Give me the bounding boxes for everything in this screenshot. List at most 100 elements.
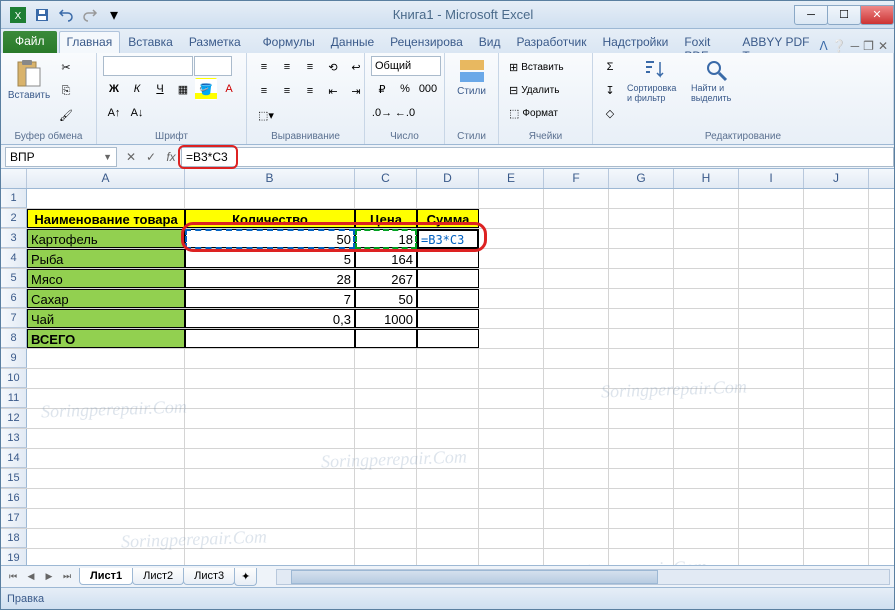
cell-D7[interactable] bbox=[417, 309, 479, 328]
cell-F11[interactable] bbox=[544, 389, 609, 408]
cell-B14[interactable] bbox=[185, 449, 355, 468]
cell-H4[interactable] bbox=[674, 249, 739, 268]
copy-icon[interactable]: ⎘ bbox=[55, 80, 77, 102]
cell-J5[interactable] bbox=[804, 269, 869, 288]
cell-G2[interactable] bbox=[609, 209, 674, 228]
cell-A10[interactable] bbox=[27, 369, 185, 388]
row-header-9[interactable]: 9 bbox=[1, 349, 27, 368]
cell-C9[interactable] bbox=[355, 349, 417, 368]
cell-E7[interactable] bbox=[479, 309, 544, 328]
shrink-font-icon[interactable]: A↓ bbox=[126, 102, 148, 124]
cell-I14[interactable] bbox=[739, 449, 804, 468]
cell-I18[interactable] bbox=[739, 529, 804, 548]
cell-A8[interactable]: ВСЕГО bbox=[27, 329, 185, 348]
cell-I3[interactable] bbox=[739, 229, 804, 248]
cell-I9[interactable] bbox=[739, 349, 804, 368]
align-top-icon[interactable]: ≡ bbox=[253, 56, 275, 78]
tab-foxit[interactable]: Foxit PDF bbox=[676, 31, 734, 53]
cell-B18[interactable] bbox=[185, 529, 355, 548]
ribbon-minimize-icon[interactable]: ᐱ bbox=[819, 39, 827, 53]
cell-E5[interactable] bbox=[479, 269, 544, 288]
cell-H5[interactable] bbox=[674, 269, 739, 288]
name-box-dropdown-icon[interactable]: ▼ bbox=[103, 152, 112, 162]
cell-E3[interactable] bbox=[479, 229, 544, 248]
sheet-tab-2[interactable]: Лист2 bbox=[132, 568, 184, 585]
cell-J11[interactable] bbox=[804, 389, 869, 408]
cell-F16[interactable] bbox=[544, 489, 609, 508]
find-select-button[interactable]: Найти и выделить bbox=[689, 56, 745, 106]
cell-D6[interactable] bbox=[417, 289, 479, 308]
cell-D19[interactable] bbox=[417, 549, 479, 565]
cell-I11[interactable] bbox=[739, 389, 804, 408]
cell-E19[interactable] bbox=[479, 549, 544, 565]
cell-J4[interactable] bbox=[804, 249, 869, 268]
cell-E16[interactable] bbox=[479, 489, 544, 508]
increase-indent-icon[interactable]: ⇥ bbox=[345, 80, 367, 102]
doc-minimize-icon[interactable]: ─ bbox=[851, 39, 860, 53]
fill-icon[interactable]: ↧ bbox=[599, 79, 621, 101]
cell-G9[interactable] bbox=[609, 349, 674, 368]
cell-C5[interactable]: 267 bbox=[355, 269, 417, 288]
cell-J14[interactable] bbox=[804, 449, 869, 468]
cell-C12[interactable] bbox=[355, 409, 417, 428]
row-header-13[interactable]: 13 bbox=[1, 429, 27, 448]
cell-I4[interactable] bbox=[739, 249, 804, 268]
row-header-2[interactable]: 2 bbox=[1, 209, 27, 228]
cell-A2[interactable]: Наименование товара bbox=[27, 209, 185, 228]
cell-H8[interactable] bbox=[674, 329, 739, 348]
increase-decimal-icon[interactable]: .0→ bbox=[371, 102, 393, 124]
align-center-icon[interactable]: ≡ bbox=[276, 80, 298, 102]
cell-C15[interactable] bbox=[355, 469, 417, 488]
cell-F13[interactable] bbox=[544, 429, 609, 448]
cell-E17[interactable] bbox=[479, 509, 544, 528]
cell-C16[interactable] bbox=[355, 489, 417, 508]
cell-C7[interactable]: 1000 bbox=[355, 309, 417, 328]
row-header-19[interactable]: 19 bbox=[1, 549, 27, 565]
cell-G12[interactable] bbox=[609, 409, 674, 428]
cell-A18[interactable] bbox=[27, 529, 185, 548]
cell-E10[interactable] bbox=[479, 369, 544, 388]
cell-F19[interactable] bbox=[544, 549, 609, 565]
col-header-H[interactable]: H bbox=[674, 169, 739, 188]
cell-G14[interactable] bbox=[609, 449, 674, 468]
col-header-J[interactable]: J bbox=[804, 169, 869, 188]
cell-I13[interactable] bbox=[739, 429, 804, 448]
cell-J16[interactable] bbox=[804, 489, 869, 508]
cell-E12[interactable] bbox=[479, 409, 544, 428]
cell-B1[interactable] bbox=[185, 189, 355, 208]
cell-C8[interactable] bbox=[355, 329, 417, 348]
cell-G16[interactable] bbox=[609, 489, 674, 508]
cell-G11[interactable] bbox=[609, 389, 674, 408]
cell-J9[interactable] bbox=[804, 349, 869, 368]
cell-G7[interactable] bbox=[609, 309, 674, 328]
select-all-corner[interactable] bbox=[1, 169, 27, 188]
row-header-17[interactable]: 17 bbox=[1, 509, 27, 528]
cell-D2[interactable]: Сумма bbox=[417, 209, 479, 228]
sheet-tab-3[interactable]: Лист3 bbox=[183, 568, 235, 585]
cell-G10[interactable] bbox=[609, 369, 674, 388]
cell-G8[interactable] bbox=[609, 329, 674, 348]
cell-B10[interactable] bbox=[185, 369, 355, 388]
undo-icon[interactable] bbox=[55, 4, 77, 26]
currency-icon[interactable]: ₽ bbox=[371, 78, 393, 100]
cell-E4[interactable] bbox=[479, 249, 544, 268]
wrap-text-icon[interactable]: ↩ bbox=[345, 56, 367, 78]
cell-C17[interactable] bbox=[355, 509, 417, 528]
cell-J17[interactable] bbox=[804, 509, 869, 528]
row-header-14[interactable]: 14 bbox=[1, 449, 27, 468]
cell-B2[interactable]: Количество bbox=[185, 209, 355, 228]
cell-E2[interactable] bbox=[479, 209, 544, 228]
cell-A17[interactable] bbox=[27, 509, 185, 528]
cell-H12[interactable] bbox=[674, 409, 739, 428]
cell-J8[interactable] bbox=[804, 329, 869, 348]
cell-D3[interactable] bbox=[417, 229, 479, 248]
decrease-indent-icon[interactable]: ⇤ bbox=[322, 80, 344, 102]
cell-G3[interactable] bbox=[609, 229, 674, 248]
cell-E13[interactable] bbox=[479, 429, 544, 448]
tab-layout[interactable]: Разметка стр bbox=[181, 31, 255, 53]
row-header-10[interactable]: 10 bbox=[1, 369, 27, 388]
cell-F9[interactable] bbox=[544, 349, 609, 368]
cell-D10[interactable] bbox=[417, 369, 479, 388]
cell-H2[interactable] bbox=[674, 209, 739, 228]
cell-H18[interactable] bbox=[674, 529, 739, 548]
